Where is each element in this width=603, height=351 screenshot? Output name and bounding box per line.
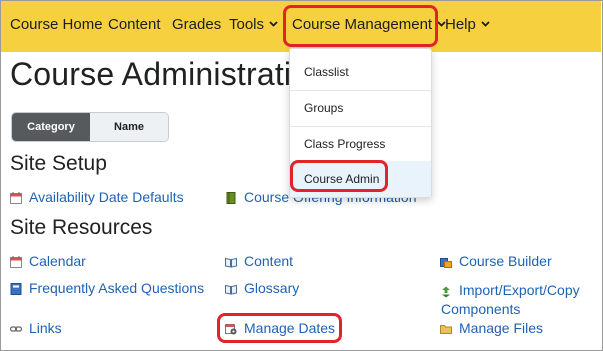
site-setup-heading: Site Setup [10,152,107,175]
links-label: Links [29,320,62,336]
nav-content[interactable]: Content [108,16,161,33]
calendar-icon [10,191,22,204]
content-label: Content [244,253,294,269]
course-builder-icon [440,255,452,268]
folder-icon [440,322,452,334]
open-book-icon [225,282,237,295]
course-management-menu: Classlist Groups Class Progress Course A… [289,48,432,198]
faq-icon [10,282,22,295]
faq-label: Frequently Asked Questions [29,280,205,296]
chevron-down-icon [269,21,278,27]
menu-item-class-progress[interactable]: Class Progress [290,126,431,162]
menu-item-course-admin[interactable]: Course Admin [290,161,431,197]
availability-date-defaults-link[interactable]: Availability Date Defaults [10,189,184,205]
toggle-name-button[interactable]: Name [90,113,168,141]
chevron-down-icon [481,21,490,27]
nav-help[interactable]: Help [445,16,490,33]
manage-files-link[interactable]: Manage Files [440,320,544,336]
book-icon [225,191,237,204]
nav-course-home[interactable]: Course Home [10,16,103,33]
nav-grades[interactable]: Grades [172,16,221,33]
manage-files-label: Manage Files [459,320,544,336]
import-export-copy-link-line2[interactable]: Components [441,301,520,317]
view-toggle: Category Name [11,112,169,142]
gear-calendar-icon [225,322,237,335]
calendar-link[interactable]: Calendar [10,253,86,269]
course-builder-link[interactable]: Course Builder [440,253,552,269]
availability-date-defaults-label: Availability Date Defaults [29,189,184,205]
faq-link[interactable]: Frequently Asked Questions [10,280,205,296]
manage-dates-label: Manage Dates [244,320,336,336]
manage-dates-link[interactable]: Manage Dates [225,320,336,336]
menu-item-classlist[interactable]: Classlist [290,54,431,90]
calendar-label: Calendar [29,253,86,269]
calendar-icon [10,255,22,268]
course-builder-label: Course Builder [459,253,552,269]
nav-course-management-label: Course Management [292,16,433,33]
import-export-copy-label: Import/Export/Copy [459,282,580,298]
content-link[interactable]: Content [225,253,294,269]
site-resources-heading: Site Resources [10,216,153,239]
toggle-category-button[interactable]: Category [12,113,90,141]
links-link[interactable]: Links [9,320,62,336]
import-export-copy-link[interactable]: Import/Export/Copy [442,280,580,300]
open-book-icon [225,255,237,268]
nav-tools[interactable]: Tools [229,16,278,33]
glossary-label: Glossary [244,280,300,296]
menu-item-groups[interactable]: Groups [290,90,431,126]
import-export-copy-label-line2: Components [441,301,521,317]
course-navbar: Course Home Content Grades Tools Course … [1,1,601,52]
glossary-link[interactable]: Glossary [225,280,300,296]
nav-tools-label: Tools [229,16,265,33]
nav-help-label: Help [445,16,476,33]
nav-course-management[interactable]: Course Management [292,16,446,33]
page-title: Course Administration [10,56,328,92]
import-export-icon [440,283,452,298]
chain-link-icon [9,322,23,334]
